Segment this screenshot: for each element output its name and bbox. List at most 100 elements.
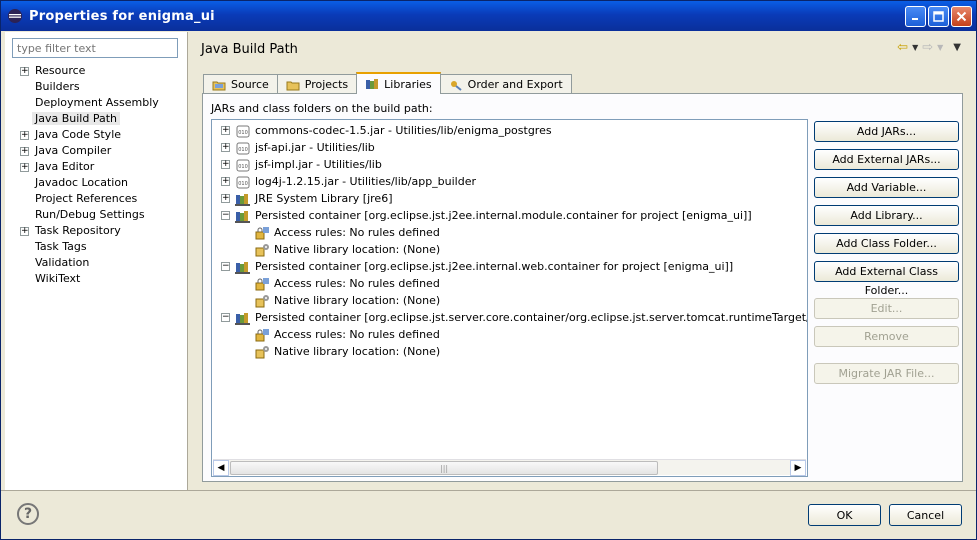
horizontal-scrollbar[interactable]: ◀ ||| ▶ bbox=[213, 459, 806, 476]
build-path-tree[interactable]: ◀ ||| ▶ +010 commons-codec-1.5.jar - Util… bbox=[211, 119, 808, 477]
tab-projects[interactable]: Projects bbox=[276, 74, 358, 94]
tab-libraries[interactable]: Libraries bbox=[356, 72, 441, 94]
nav-item[interactable]: Java Build Path bbox=[5, 111, 188, 127]
tree-row[interactable]: − Persisted container [org.eclipse.jst.se… bbox=[221, 309, 807, 326]
library-icon bbox=[235, 209, 251, 223]
native-library-icon bbox=[254, 294, 270, 308]
title-bar[interactable]: Properties for enigma_ui bbox=[1, 1, 976, 31]
scroll-thumb[interactable]: ||| bbox=[230, 461, 658, 475]
nav-item-label: Builders bbox=[35, 80, 80, 93]
add-jars-button[interactable]: Add JARs... bbox=[814, 121, 959, 142]
tree-row[interactable]: +010 jsf-impl.jar - Utilities/lib bbox=[221, 156, 382, 173]
nav-item[interactable]: Run/Debug Settings bbox=[5, 207, 188, 223]
nav-item[interactable]: + Java Compiler bbox=[5, 143, 188, 159]
tree-row[interactable]: − Persisted container [org.eclipse.jst.j2… bbox=[221, 207, 752, 224]
add-variable-button[interactable]: Add Variable... bbox=[814, 177, 959, 198]
expand-icon[interactable]: + bbox=[20, 227, 29, 236]
nav-item-label: Run/Debug Settings bbox=[35, 208, 145, 221]
minimize-button[interactable] bbox=[905, 6, 926, 27]
nav-item-label: Project References bbox=[35, 192, 138, 205]
remove-button[interactable]: Remove bbox=[814, 326, 959, 347]
expand-icon[interactable]: + bbox=[20, 67, 29, 76]
tree-row-label: Access rules: No rules defined bbox=[274, 277, 440, 290]
tree-row-label: commons-codec-1.5.jar - Utilities/lib/en… bbox=[255, 124, 552, 137]
tree-row[interactable]: Native library location: (None) bbox=[254, 241, 440, 258]
scroll-left-button[interactable]: ◀ bbox=[213, 460, 229, 476]
add-class-folder-button[interactable]: Add Class Folder... bbox=[814, 233, 959, 254]
tree-row[interactable]: + JRE System Library [jre6] bbox=[221, 190, 393, 207]
nav-item-label: Java Code Style bbox=[35, 128, 122, 141]
expand-icon[interactable]: + bbox=[20, 147, 29, 156]
libraries-icon bbox=[365, 78, 379, 90]
tree-row[interactable]: Native library location: (None) bbox=[254, 292, 440, 309]
libraries-tab-body: JARs and class folders on the build path… bbox=[202, 93, 963, 482]
tree-row[interactable]: Access rules: No rules defined bbox=[254, 326, 440, 343]
ok-button[interactable]: OK bbox=[808, 504, 881, 526]
expand-icon[interactable]: + bbox=[221, 143, 230, 152]
back-arrow-icon[interactable]: ⇦ bbox=[897, 40, 908, 55]
tree-row[interactable]: +010 commons-codec-1.5.jar - Utilities/li… bbox=[221, 122, 552, 139]
tree-row[interactable]: Access rules: No rules defined bbox=[254, 275, 440, 292]
back-menu-icon[interactable]: ▼ bbox=[912, 43, 918, 52]
nav-item[interactable]: + Task Repository bbox=[5, 223, 188, 239]
nav-item[interactable]: Deployment Assembly bbox=[5, 95, 188, 111]
tree-row-label: Persisted container [org.eclipse.jst.j2e… bbox=[255, 209, 752, 222]
tree-row[interactable]: Access rules: No rules defined bbox=[254, 224, 440, 241]
close-button[interactable] bbox=[951, 6, 972, 27]
edit-button[interactable]: Edit... bbox=[814, 298, 959, 319]
tab-source[interactable]: Source bbox=[203, 74, 278, 94]
help-icon[interactable]: ? bbox=[17, 503, 39, 525]
expand-icon[interactable]: + bbox=[20, 163, 29, 172]
collapse-icon[interactable]: − bbox=[221, 313, 230, 322]
expand-icon[interactable]: + bbox=[221, 194, 230, 203]
nav-item[interactable]: Builders bbox=[5, 79, 188, 95]
library-icon bbox=[235, 192, 251, 206]
jar-icon: 010 bbox=[235, 124, 251, 138]
svg-text:010: 010 bbox=[238, 147, 248, 153]
expand-icon[interactable]: + bbox=[221, 177, 230, 186]
expand-icon[interactable]: + bbox=[20, 131, 29, 140]
add-external-class-folder-button[interactable]: Add External Class Folder... bbox=[814, 261, 959, 297]
tree-row[interactable]: +010 log4j-1.2.15.jar - Utilities/lib/app… bbox=[221, 173, 476, 190]
nav-item-label: Java Editor bbox=[35, 160, 95, 173]
library-icon bbox=[235, 311, 251, 325]
maximize-button[interactable] bbox=[928, 6, 949, 27]
nav-item[interactable]: + Java Code Style bbox=[5, 127, 188, 143]
nav-item[interactable]: Project References bbox=[5, 191, 188, 207]
collapse-icon[interactable]: − bbox=[221, 262, 230, 271]
nav-item[interactable]: Validation bbox=[5, 255, 188, 271]
forward-menu-icon[interactable]: ▼ bbox=[937, 43, 943, 52]
forward-arrow-icon[interactable]: ⇨ bbox=[922, 40, 933, 55]
cancel-button[interactable]: Cancel bbox=[889, 504, 962, 526]
nav-item[interactable]: WikiText bbox=[5, 271, 188, 287]
expand-icon[interactable]: + bbox=[221, 160, 230, 169]
migrate-jar-button[interactable]: Migrate JAR File... bbox=[814, 363, 959, 384]
tree-row-label: JRE System Library [jre6] bbox=[255, 192, 393, 205]
view-menu-icon[interactable]: ▼ bbox=[953, 42, 961, 53]
tab-label: Libraries bbox=[384, 77, 432, 91]
tab-order-and-export[interactable]: Order and Export bbox=[439, 74, 572, 94]
tree-row-label: jsf-impl.jar - Utilities/lib bbox=[255, 158, 382, 171]
nav-item[interactable]: Javadoc Location bbox=[5, 175, 188, 191]
filter-input[interactable] bbox=[12, 38, 178, 58]
add-library-button[interactable]: Add Library... bbox=[814, 205, 959, 226]
dialog-footer: ? OK Cancel bbox=[1, 490, 976, 540]
nav-item-label: Task Repository bbox=[35, 224, 121, 237]
add-external-jars-button[interactable]: Add External JARs... bbox=[814, 149, 959, 170]
nav-item-label: Task Tags bbox=[35, 240, 87, 253]
tab-strip: Source Projects Libraries Order and Export bbox=[203, 72, 572, 94]
nav-item[interactable]: Task Tags bbox=[5, 239, 188, 255]
collapse-icon[interactable]: − bbox=[221, 211, 230, 220]
svg-text:010: 010 bbox=[238, 164, 248, 170]
nav-item[interactable]: + Resource bbox=[5, 63, 188, 79]
nav-item-label: Resource bbox=[35, 64, 86, 77]
tree-row[interactable]: Native library location: (None) bbox=[254, 343, 440, 360]
source-folder-icon bbox=[212, 79, 226, 91]
nav-item-label: Java Build Path bbox=[32, 112, 121, 125]
nav-item[interactable]: + Java Editor bbox=[5, 159, 188, 175]
tree-row[interactable]: +010 jsf-api.jar - Utilities/lib bbox=[221, 139, 375, 156]
tab-label: Order and Export bbox=[467, 78, 563, 91]
scroll-right-button[interactable]: ▶ bbox=[790, 460, 806, 476]
tree-row[interactable]: − Persisted container [org.eclipse.jst.j2… bbox=[221, 258, 733, 275]
expand-icon[interactable]: + bbox=[221, 126, 230, 135]
